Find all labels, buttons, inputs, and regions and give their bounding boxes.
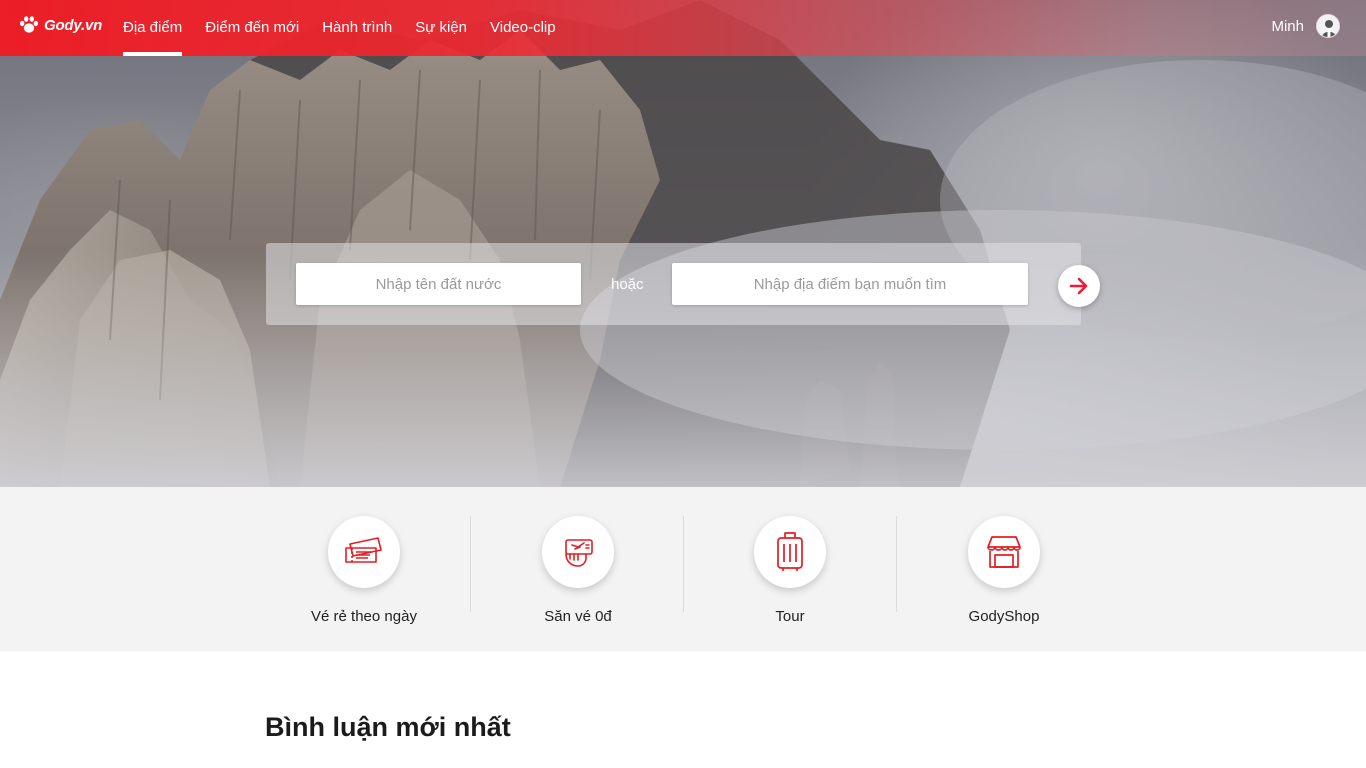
hand-ticket-icon — [565, 539, 593, 567]
paw-icon — [20, 16, 38, 33]
service-san-ve-0d[interactable]: Săn vé 0đ — [471, 487, 685, 651]
service-icon-circle — [328, 516, 400, 588]
latest-comments-title: Bình luận mới nhất — [265, 712, 511, 742]
service-tour[interactable]: Tour — [683, 487, 897, 651]
ticket-icon — [345, 537, 382, 563]
service-label: Vé rẻ theo ngày — [311, 608, 417, 625]
search-submit-button[interactable] — [1058, 265, 1100, 307]
user-menu[interactable]: Minh — [1271, 14, 1340, 38]
service-label: GodyShop — [968, 608, 1040, 625]
top-navigation-bar: Gody.vn Địa điểm Điểm đến mới Hành trình… — [0, 0, 1366, 56]
user-name: Minh — [1271, 17, 1304, 35]
shop-icon — [987, 536, 1021, 568]
service-label: Săn vé 0đ — [544, 608, 612, 625]
or-separator-label: hoặc — [611, 276, 644, 293]
nav-item-diem-den-moi[interactable]: Điểm đến mới — [205, 0, 299, 56]
service-icon-circle — [968, 516, 1040, 588]
brand-name: Gody.vn — [44, 16, 103, 34]
service-icon-circle — [754, 516, 826, 588]
nav-item-video-clip[interactable]: Video-clip — [490, 0, 556, 56]
search-panel: hoặc — [266, 243, 1081, 325]
main-nav: Địa điểm Điểm đến mới Hành trình Sự kiện… — [123, 0, 579, 56]
service-label: Tour — [775, 608, 805, 625]
service-ve-re-theo-ngay[interactable]: Vé rẻ theo ngày — [257, 487, 471, 651]
nav-item-hanh-trinh[interactable]: Hành trình — [322, 0, 392, 56]
user-avatar-icon[interactable] — [1316, 14, 1340, 38]
country-search-input[interactable] — [296, 263, 581, 305]
place-search-input[interactable] — [672, 263, 1028, 305]
luggage-icon — [777, 532, 803, 571]
service-icon-circle — [542, 516, 614, 588]
brand-logo[interactable]: Gody.vn — [18, 14, 102, 36]
services-strip: Vé rẻ theo ngày Săn vé 0đ Tour GodyShop — [0, 487, 1366, 651]
nav-item-su-kien[interactable]: Sự kiện — [415, 0, 467, 56]
arrow-right-icon — [1069, 277, 1088, 295]
service-godyshop[interactable]: GodyShop — [897, 487, 1111, 651]
nav-item-dia-diem[interactable]: Địa điểm — [123, 0, 183, 56]
